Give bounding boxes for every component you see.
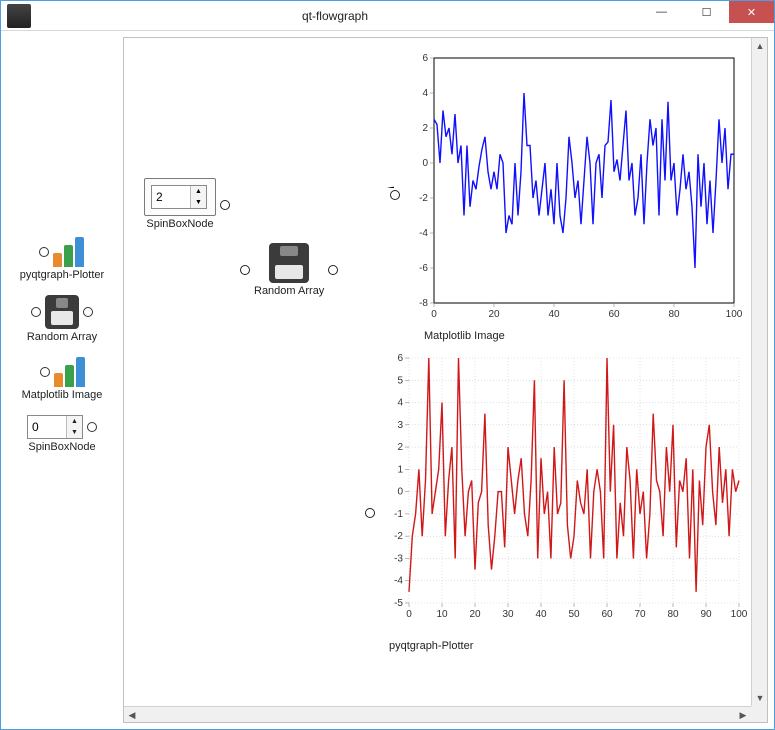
svg-text:4: 4	[422, 88, 428, 99]
input-port[interactable]	[365, 508, 375, 518]
svg-text:-6: -6	[419, 263, 428, 274]
node-label: Matplotlib Image	[424, 330, 744, 342]
scroll-right-arrow[interactable]: ▶	[735, 707, 751, 723]
maximize-button[interactable]: ☐	[684, 1, 729, 23]
svg-text:80: 80	[667, 609, 679, 620]
connection-wires	[124, 38, 424, 188]
node-label: SpinBoxNode	[144, 218, 216, 230]
svg-text:40: 40	[535, 609, 547, 620]
bar-chart-icon	[53, 237, 84, 267]
svg-text:0: 0	[406, 609, 412, 620]
svg-text:6: 6	[397, 353, 403, 364]
svg-text:20: 20	[488, 309, 500, 320]
svg-text:60: 60	[601, 609, 613, 620]
horizontal-scrollbar[interactable]: ◀ ▶	[124, 706, 751, 722]
node-palette: pyqtgraph-Plotter Random Array Matplotli…	[7, 37, 117, 723]
svg-text:0: 0	[422, 158, 428, 169]
window-title: qt-flowgraph	[31, 9, 639, 23]
svg-text:60: 60	[608, 309, 620, 320]
port-icon	[31, 307, 41, 317]
floppy-disk-icon	[45, 295, 79, 329]
svg-text:-3: -3	[394, 553, 403, 564]
app-window: qt-flowgraph — ☐ ✕ pyqtgraph-Plotter	[0, 0, 775, 730]
spin-up[interactable]: ▲	[67, 416, 82, 427]
close-button[interactable]: ✕	[729, 1, 774, 23]
svg-text:5: 5	[397, 375, 403, 386]
svg-text:40: 40	[548, 309, 560, 320]
palette-item-pyqtgraph[interactable]: pyqtgraph-Plotter	[20, 237, 104, 281]
spinbox-value[interactable]	[152, 186, 190, 208]
svg-text:90: 90	[700, 609, 712, 620]
port-icon	[87, 422, 97, 432]
floppy-disk-icon	[269, 243, 309, 283]
input-port[interactable]	[390, 190, 400, 200]
scroll-left-arrow[interactable]: ◀	[124, 707, 140, 723]
vertical-scrollbar[interactable]: ▲ ▼	[751, 38, 767, 706]
client-area: pyqtgraph-Plotter Random Array Matplotli…	[1, 31, 774, 729]
svg-text:4: 4	[397, 398, 403, 409]
svg-text:-5: -5	[394, 598, 403, 609]
node-label: Random Array	[254, 285, 324, 297]
node-matplotlib-chart[interactable]: 020406080100-8-6-4-20246 Matplotlib Imag…	[394, 48, 744, 328]
svg-text:1: 1	[397, 464, 403, 475]
svg-text:2: 2	[422, 123, 428, 134]
svg-text:-1: -1	[394, 509, 403, 520]
svg-text:3: 3	[397, 420, 403, 431]
svg-text:20: 20	[469, 609, 481, 620]
palette-item-matplotlib[interactable]: Matplotlib Image	[22, 357, 103, 401]
node-spinbox[interactable]: ▲▼ SpinBoxNode	[144, 178, 216, 230]
svg-text:100: 100	[731, 609, 748, 620]
spin-down[interactable]: ▼	[67, 427, 82, 438]
port-icon	[83, 307, 93, 317]
svg-text:-4: -4	[419, 228, 428, 239]
svg-text:2: 2	[397, 442, 403, 453]
scroll-down-arrow[interactable]: ▼	[752, 690, 768, 706]
svg-text:-2: -2	[419, 193, 428, 204]
svg-text:-8: -8	[419, 298, 428, 309]
port-icon	[39, 247, 49, 257]
input-port[interactable]	[240, 265, 250, 275]
svg-text:6: 6	[422, 53, 428, 64]
app-icon	[7, 4, 31, 28]
svg-text:50: 50	[568, 609, 580, 620]
svg-text:10: 10	[436, 609, 448, 620]
svg-text:-2: -2	[394, 531, 403, 542]
palette-item-spinbox[interactable]: ▲▼ SpinBoxNode	[27, 415, 97, 453]
spin-up[interactable]: ▲	[191, 186, 206, 197]
palette-item-randomarray[interactable]: Random Array	[27, 295, 97, 343]
node-pyqtgraph-chart[interactable]: 0102030405060708090100-5-4-3-2-10123456 …	[369, 348, 749, 638]
flowgraph-canvas[interactable]: ▲▼ SpinBoxNode Random Array	[124, 38, 767, 722]
port-icon	[40, 367, 50, 377]
titlebar[interactable]: qt-flowgraph — ☐ ✕	[1, 1, 774, 31]
output-port[interactable]	[220, 200, 230, 210]
canvas-container: ▲▼ SpinBoxNode Random Array	[123, 37, 768, 723]
svg-text:-4: -4	[394, 576, 403, 587]
spinbox-widget[interactable]: ▲▼	[151, 185, 207, 209]
svg-text:0: 0	[431, 309, 437, 320]
output-port[interactable]	[328, 265, 338, 275]
palette-label: pyqtgraph-Plotter	[20, 269, 104, 281]
node-label: pyqtgraph-Plotter	[389, 640, 749, 652]
svg-text:70: 70	[634, 609, 646, 620]
svg-text:80: 80	[668, 309, 680, 320]
palette-label: SpinBoxNode	[28, 441, 95, 453]
svg-text:100: 100	[726, 309, 743, 320]
bar-chart-icon	[54, 357, 85, 387]
palette-label: Random Array	[27, 331, 97, 343]
spin-down[interactable]: ▼	[191, 197, 206, 208]
svg-text:30: 30	[502, 609, 514, 620]
scroll-up-arrow[interactable]: ▲	[752, 38, 768, 54]
minimize-button[interactable]: —	[639, 1, 684, 23]
node-random-array[interactable]: Random Array	[254, 243, 324, 297]
spinbox-widget[interactable]: ▲▼	[27, 415, 83, 439]
svg-text:0: 0	[397, 487, 403, 498]
spinbox-value[interactable]	[28, 416, 66, 438]
palette-label: Matplotlib Image	[22, 389, 103, 401]
